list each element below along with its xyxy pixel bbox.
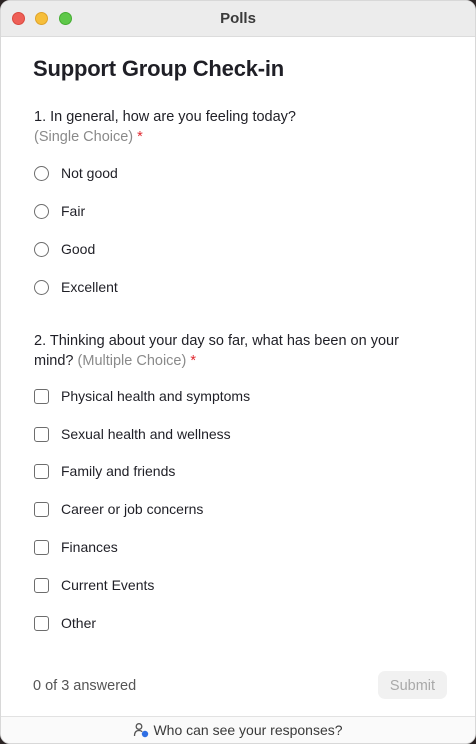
question-1-number: 1. <box>34 109 47 125</box>
required-marker: * <box>190 353 197 369</box>
option-excellent[interactable]: Excellent <box>34 277 118 297</box>
polls-window: Polls Support Group Check-in 1. In gener… <box>0 0 476 744</box>
option-current-events[interactable]: Current Events <box>34 575 154 595</box>
option-career[interactable]: Career or job concerns <box>34 499 203 519</box>
option-label: Not good <box>61 165 118 181</box>
checkbox[interactable] <box>34 501 49 517</box>
person-with-info-icon <box>134 723 149 738</box>
question-2: 2. Thinking about your day so far, what … <box>34 331 414 371</box>
option-fair[interactable]: Fair <box>34 201 85 221</box>
radio-button[interactable] <box>34 241 49 257</box>
option-label: Finances <box>61 539 118 555</box>
option-label: Good <box>61 241 96 257</box>
question-1-type: (Single Choice) <box>34 129 134 145</box>
submit-button[interactable]: Submit <box>378 671 447 699</box>
option-good[interactable]: Good <box>34 239 95 259</box>
checkbox[interactable] <box>34 577 49 593</box>
poll-content: Support Group Check-in 1. In general, ho… <box>1 37 475 717</box>
option-not-good[interactable]: Not good <box>34 163 118 183</box>
checkbox[interactable] <box>34 463 49 479</box>
radio-button[interactable] <box>34 203 49 219</box>
option-label: Family and friends <box>61 463 176 479</box>
option-label: Current Events <box>61 577 155 593</box>
option-other[interactable]: Other <box>34 613 96 633</box>
question-1-text: In general, how are you feeling today? <box>50 109 296 125</box>
checkbox[interactable] <box>34 388 49 404</box>
option-label: Career or job concerns <box>61 501 204 517</box>
footer-bar: Who can see your responses? <box>1 716 475 743</box>
privacy-link[interactable]: Who can see your responses? <box>1 722 475 738</box>
option-family-friends[interactable]: Family and friends <box>34 461 175 481</box>
page-title: Support Group Check-in <box>33 56 285 81</box>
checkbox[interactable] <box>34 426 49 442</box>
checkbox[interactable] <box>34 615 49 631</box>
option-label: Sexual health and wellness <box>61 426 231 442</box>
option-finances[interactable]: Finances <box>34 537 118 557</box>
radio-button[interactable] <box>34 279 49 295</box>
answered-count: 0 of 3 answered <box>33 678 137 694</box>
option-sexual-health[interactable]: Sexual health and wellness <box>34 424 231 444</box>
question-1: 1. In general, how are you feeling today… <box>34 107 434 147</box>
option-label: Fair <box>61 203 86 219</box>
privacy-label: Who can see your responses? <box>153 722 343 738</box>
option-label: Other <box>61 615 97 631</box>
question-2-number: 2. <box>34 333 47 349</box>
question-2-type: (Multiple Choice) <box>77 353 187 369</box>
option-physical-health[interactable]: Physical health and symptoms <box>34 386 250 406</box>
checkbox[interactable] <box>34 539 49 555</box>
radio-button[interactable] <box>34 165 49 181</box>
required-marker: * <box>137 129 143 145</box>
option-label: Physical health and symptoms <box>61 388 251 404</box>
window-title: Polls <box>220 10 256 27</box>
option-label: Excellent <box>61 279 118 295</box>
title-bar: Polls <box>1 1 475 37</box>
